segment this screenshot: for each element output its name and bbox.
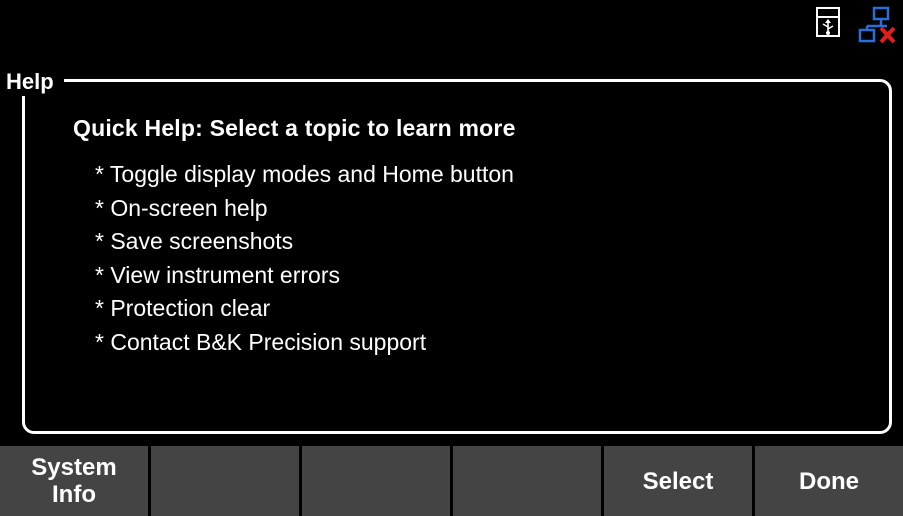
softkey-2[interactable] xyxy=(151,446,299,516)
softkey-4[interactable] xyxy=(453,446,601,516)
lan-disconnected-icon xyxy=(858,6,896,44)
topic-instrument-errors[interactable]: * View instrument errors xyxy=(95,259,514,293)
select-button[interactable]: Select xyxy=(604,446,752,516)
topic-protection-clear[interactable]: * Protection clear xyxy=(95,292,514,326)
help-screen: Help Quick Help: Select a topic to learn… xyxy=(0,0,903,516)
quick-help-heading: Quick Help: Select a topic to learn more xyxy=(73,115,516,141)
softkey-bar: System Info Select Done xyxy=(0,446,903,516)
help-title: Help xyxy=(4,68,64,96)
system-info-button[interactable]: System Info xyxy=(0,446,148,516)
topic-save-screenshots[interactable]: * Save screenshots xyxy=(95,225,514,259)
topic-toggle-display[interactable]: * Toggle display modes and Home button xyxy=(95,158,514,192)
done-button[interactable]: Done xyxy=(755,446,903,516)
softkey-3[interactable] xyxy=(302,446,450,516)
usb-icon xyxy=(816,7,840,37)
topic-contact-support[interactable]: * Contact B&K Precision support xyxy=(95,326,514,360)
topic-on-screen-help[interactable]: * On-screen help xyxy=(95,192,514,226)
help-topic-list: * Toggle display modes and Home button *… xyxy=(95,158,514,359)
